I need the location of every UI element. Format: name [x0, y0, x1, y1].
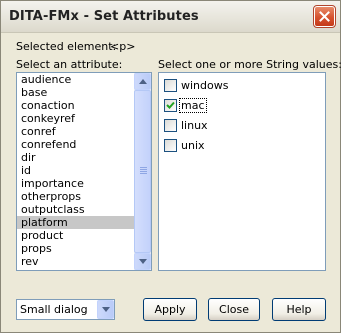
window-title: DITA-FMx - Set Attributes [9, 9, 199, 24]
chevron-down-icon [102, 307, 110, 312]
attribute-item[interactable]: base [17, 86, 136, 99]
attribute-item[interactable]: conref [17, 125, 136, 138]
scroll-up-button[interactable] [134, 73, 151, 90]
attribute-item[interactable]: outputclass [17, 203, 136, 216]
close-button[interactable]: Close [208, 298, 260, 321]
value-checkbox[interactable] [164, 119, 177, 132]
attribute-item[interactable]: props [17, 242, 136, 255]
value-checkbox[interactable] [164, 139, 177, 152]
attribute-item[interactable]: id [17, 164, 136, 177]
attribute-item[interactable]: otherprops [17, 190, 136, 203]
dialog-size-value: Small dialog [20, 303, 88, 316]
value-label: unix [181, 139, 205, 152]
values-list-label: Select one or more String values: [158, 58, 341, 71]
attribute-item[interactable]: conrefend [17, 138, 136, 151]
selected-element-value: <p> [110, 40, 136, 53]
value-label: linux [181, 119, 208, 132]
set-attributes-dialog: DITA-FMx - Set Attributes Selected eleme… [0, 0, 341, 333]
attribute-item[interactable]: audience [17, 73, 136, 86]
attribute-item[interactable]: product [17, 229, 136, 242]
arrow-up-icon [139, 79, 147, 84]
dialog-size-select[interactable]: Small dialog [16, 299, 115, 320]
attribute-listbox[interactable]: audience base conaction conkeyref conref conr… [16, 72, 152, 271]
help-button[interactable]: Help [272, 298, 326, 321]
attribute-item[interactable]: platform [17, 216, 136, 229]
arrow-down-icon [139, 259, 147, 264]
close-window-button[interactable] [313, 5, 336, 28]
attribute-scrollbar[interactable] [134, 73, 151, 270]
value-label: windows [181, 79, 229, 92]
apply-button[interactable]: Apply [143, 298, 197, 321]
attribute-item[interactable]: conkeyref [17, 112, 136, 125]
attribute-item[interactable]: rev [17, 255, 136, 268]
scroll-down-button[interactable] [134, 253, 151, 270]
attribute-item[interactable]: conaction [17, 99, 136, 112]
title-bar[interactable]: DITA-FMx - Set Attributes [1, 1, 340, 33]
selected-element-label: Selected element: [16, 40, 117, 53]
dialog-size-dropdown-button[interactable] [97, 300, 114, 319]
checkmark-icon [166, 101, 175, 109]
values-list: windows mac linux unix [158, 72, 326, 271]
value-checkbox[interactable] [164, 99, 177, 112]
attribute-item[interactable]: dir [17, 151, 136, 164]
scrollbar-thumb[interactable] [134, 90, 151, 253]
value-label: mac [179, 98, 207, 113]
attribute-list-label: Select an attribute: [16, 58, 123, 71]
value-checkbox[interactable] [164, 79, 177, 92]
close-icon [319, 11, 330, 22]
attribute-items: audience base conaction conkeyref conref conr… [17, 73, 136, 268]
attribute-item[interactable]: importance [17, 177, 136, 190]
